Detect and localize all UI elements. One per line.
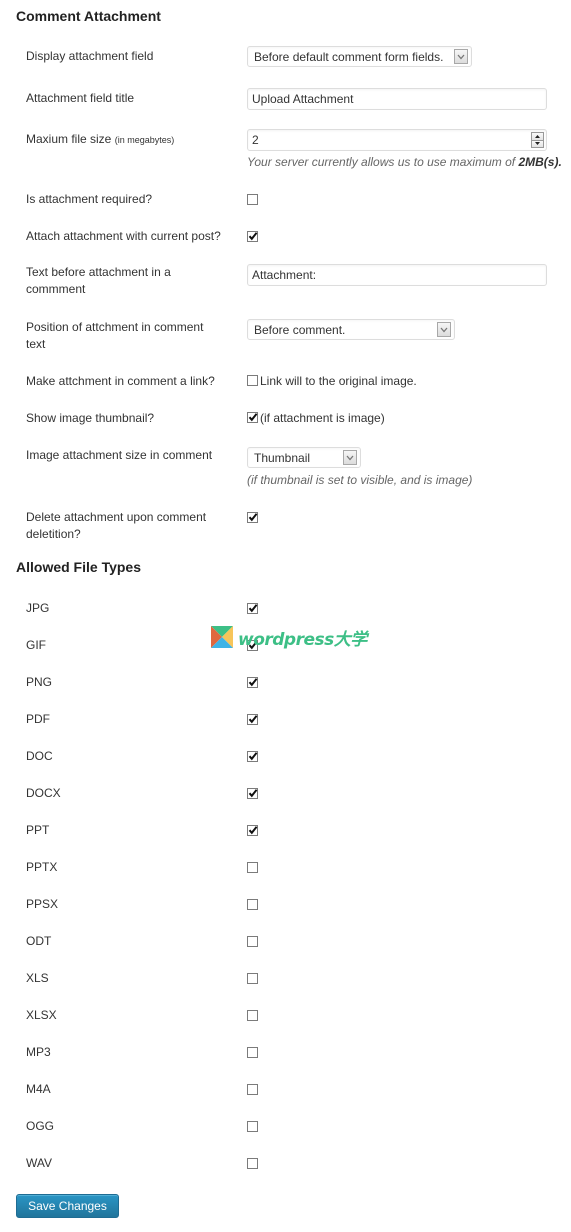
max-size-hint: Your server currently allows us to use m…	[247, 155, 562, 169]
max-size-label-unit: (in megabytes)	[114, 135, 175, 145]
file-type-checkbox-ogg[interactable]	[247, 1121, 258, 1133]
file-type-checkbox-png[interactable]	[247, 677, 258, 689]
file-type-label: PPT	[26, 823, 50, 837]
make-link-checkbox[interactable]	[247, 375, 258, 387]
attach-post-label: Attach attachment with current post?	[26, 229, 221, 243]
section-title-comment-attachment: Comment Attachment	[16, 8, 161, 24]
checkmark-icon	[248, 752, 258, 761]
file-type-checkbox-m4a[interactable]	[247, 1084, 258, 1096]
max-size-input[interactable]: 2	[247, 129, 547, 151]
file-type-label: OGG	[26, 1119, 55, 1133]
chevron-down-icon[interactable]	[454, 49, 468, 64]
position-value: Before comment.	[254, 322, 346, 337]
show-thumb-checkbox[interactable]	[247, 412, 258, 424]
file-type-checkbox-mp3[interactable]	[247, 1047, 258, 1059]
display-field-label: Display attachment field	[26, 49, 154, 63]
spinner-down-icon[interactable]	[531, 140, 544, 148]
max-size-label: Maxium file size (in megabytes)	[26, 131, 231, 149]
file-type-label: MP3	[26, 1045, 51, 1059]
attach-post-checkbox[interactable]	[247, 231, 258, 243]
checkmark-icon	[248, 513, 258, 522]
file-type-label: ODT	[26, 934, 52, 948]
delete-label: Delete attachment upon comment deletitio…	[26, 510, 207, 541]
checkmark-icon	[248, 826, 258, 835]
checkmark-icon	[248, 604, 258, 613]
file-type-label: JPG	[26, 601, 50, 615]
save-changes-button[interactable]: Save Changes	[16, 1194, 119, 1218]
max-size-hint-text: Your server currently allows us to use m…	[247, 155, 519, 169]
file-type-checkbox-docx[interactable]	[247, 788, 258, 800]
file-type-checkbox-gif[interactable]	[247, 640, 258, 652]
section-title-allowed-file-types: Allowed File Types	[16, 559, 141, 575]
watermark-logo: wordpress大学	[211, 626, 367, 650]
file-type-checkbox-odt[interactable]	[247, 936, 258, 948]
field-title-label: Attachment field title	[26, 91, 135, 105]
required-label: Is attachment required?	[26, 192, 153, 206]
text-before-value: Attachment:	[252, 268, 317, 282]
position-label: Position of attchment in comment text	[26, 320, 204, 351]
file-type-label: DOCX	[26, 786, 61, 800]
make-link-option-label: Link will to the original image.	[260, 373, 417, 388]
max-size-spinner[interactable]	[531, 132, 544, 148]
checkmark-icon	[248, 232, 258, 241]
chevron-down-icon[interactable]	[343, 450, 357, 465]
chevron-down-icon[interactable]	[437, 322, 451, 337]
text-before-input[interactable]: Attachment:	[247, 264, 547, 286]
show-thumb-label: Show image thumbnail?	[26, 411, 155, 425]
file-type-checkbox-ppsx[interactable]	[247, 899, 258, 911]
checkmark-icon	[248, 678, 258, 687]
image-size-label: Image attachment size in comment	[26, 448, 213, 462]
checkmark-icon	[248, 715, 258, 724]
checkmark-icon	[248, 789, 258, 798]
file-type-checkbox-wav[interactable]	[247, 1158, 258, 1170]
file-type-label: PNG	[26, 675, 53, 689]
file-type-label: XLS	[26, 971, 49, 985]
file-type-checkbox-ppt[interactable]	[247, 825, 258, 837]
field-title-value: Upload Attachment	[252, 92, 354, 106]
position-select[interactable]: Before comment.	[247, 319, 455, 340]
file-type-checkbox-jpg[interactable]	[247, 603, 258, 615]
file-type-checkbox-xlsx[interactable]	[247, 1010, 258, 1022]
file-type-label: PPSX	[26, 897, 59, 911]
file-type-label: PPTX	[26, 860, 58, 874]
display-field-value: Before default comment form fields.	[254, 49, 444, 64]
file-type-label: GIF	[26, 638, 46, 652]
image-size-hint: (if thumbnail is set to visible, and is …	[247, 473, 473, 487]
checkmark-icon	[248, 641, 258, 650]
make-link-label: Make attchment in comment a link?	[26, 374, 215, 388]
display-field-select[interactable]: Before default comment form fields.	[247, 46, 472, 67]
file-type-label: DOC	[26, 749, 53, 763]
file-type-label: XLSX	[26, 1008, 57, 1022]
file-type-label: M4A	[26, 1082, 51, 1096]
file-type-checkbox-doc[interactable]	[247, 751, 258, 763]
delete-checkbox[interactable]	[247, 512, 258, 524]
file-type-checkbox-pdf[interactable]	[247, 714, 258, 726]
show-thumb-option-label: (if attachment is image)	[260, 410, 385, 425]
file-type-label: PDF	[26, 712, 50, 726]
image-size-select[interactable]: Thumbnail	[247, 447, 361, 468]
spinner-up-icon[interactable]	[531, 132, 544, 141]
file-type-label: WAV	[26, 1156, 52, 1170]
file-type-checkbox-xls[interactable]	[247, 973, 258, 985]
image-size-value: Thumbnail	[254, 450, 311, 465]
max-size-hint-value: 2MB(s).	[518, 155, 562, 169]
file-type-checkbox-pptx[interactable]	[247, 862, 258, 874]
text-before-label: Text before attachment in a commment	[26, 265, 171, 296]
max-size-label-text: Maxium file size	[26, 132, 112, 146]
required-checkbox[interactable]	[247, 194, 258, 206]
field-title-input[interactable]: Upload Attachment	[247, 88, 547, 110]
checkmark-icon	[248, 413, 258, 422]
max-size-value: 2	[252, 133, 259, 147]
